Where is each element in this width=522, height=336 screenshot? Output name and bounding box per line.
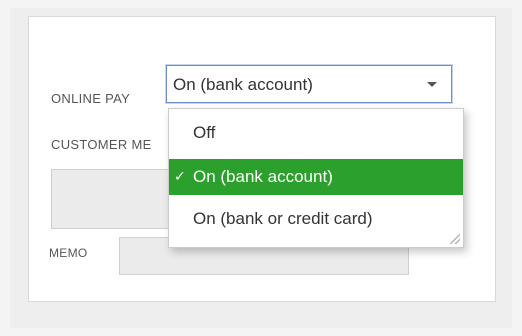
check-icon: ✓ xyxy=(174,168,186,184)
online-pay-dropdown-menu: Off ✓ On (bank account) On (bank or cred… xyxy=(168,108,464,248)
option-on-bank-or-credit-card[interactable]: On (bank or credit card) xyxy=(169,201,463,237)
online-pay-label: ONLINE PAY xyxy=(51,91,131,106)
option-label: On (bank or credit card) xyxy=(193,209,373,228)
online-pay-selected-value: On (bank account) xyxy=(173,75,313,94)
option-label: Off xyxy=(193,123,216,142)
memo-label: MEMO xyxy=(49,246,88,260)
online-pay-select[interactable]: On (bank account) xyxy=(166,65,452,103)
window-background: ONLINE PAY CUSTOMER ME MEMO On (bank acc… xyxy=(10,8,512,328)
option-off[interactable]: Off xyxy=(169,115,463,151)
customer-memo-label: CUSTOMER ME xyxy=(51,137,152,152)
chevron-down-icon[interactable] xyxy=(427,82,437,87)
option-on-bank-account[interactable]: ✓ On (bank account) xyxy=(169,159,463,195)
option-label: On (bank account) xyxy=(193,167,333,186)
resize-grip-icon[interactable] xyxy=(450,234,460,244)
